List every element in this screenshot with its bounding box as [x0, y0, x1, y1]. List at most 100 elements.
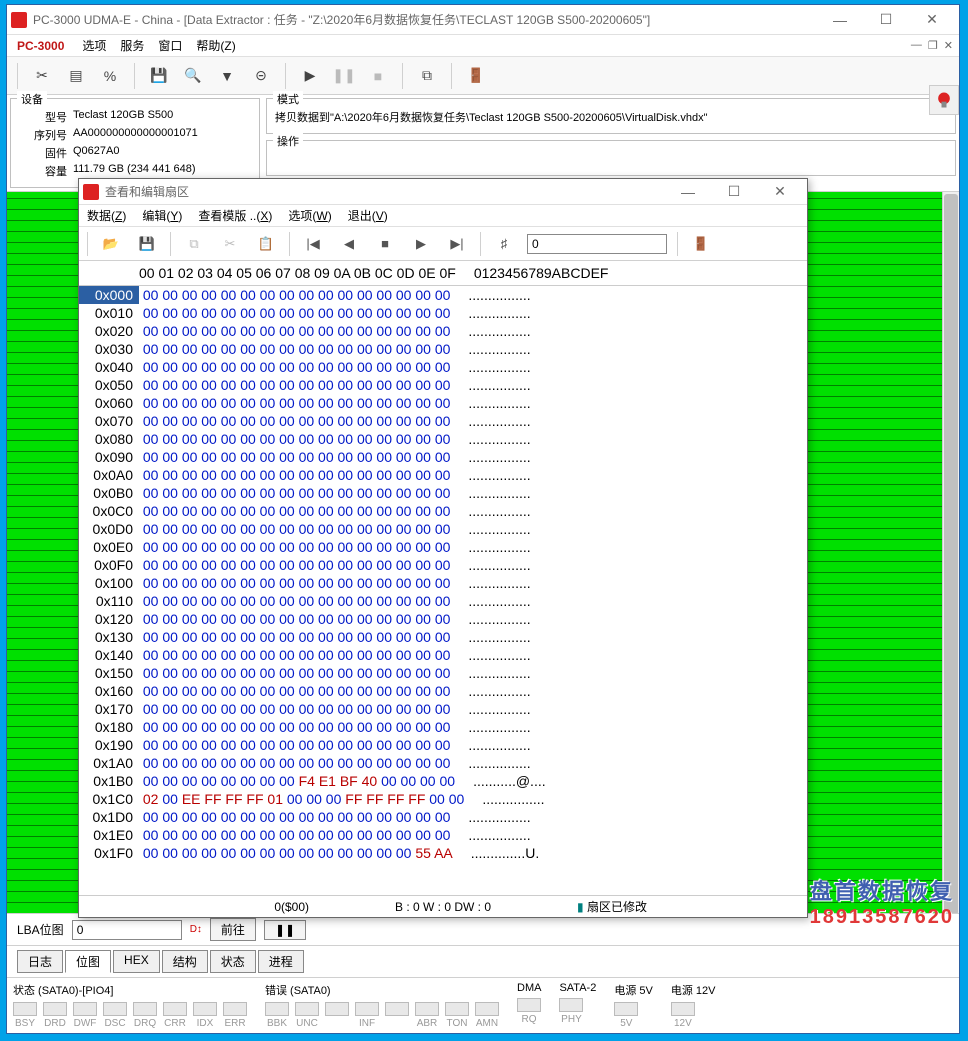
- stop-icon[interactable]: ■: [372, 231, 398, 257]
- copy-icon[interactable]: ⧉: [413, 62, 441, 90]
- hex-bytes[interactable]: 00 00 00 00 00 00 00 00 00 00 00 00 00 0…: [139, 610, 450, 628]
- hex-bytes[interactable]: 02 00 EE FF FF FF 01 00 00 00 FF FF FF F…: [139, 790, 464, 808]
- hex-row[interactable]: 0x1B0 00 00 00 00 00 00 00 00 F4 E1 BF 4…: [79, 772, 807, 790]
- hex-bytes[interactable]: 00 00 00 00 00 00 00 00 00 00 00 00 00 0…: [139, 538, 450, 556]
- mdi-minimize-button[interactable]: —: [911, 39, 922, 52]
- grid-icon[interactable]: ♯: [491, 231, 517, 257]
- hex-maximize-button[interactable]: ☐: [711, 178, 757, 206]
- hex-bytes[interactable]: 00 00 00 00 00 00 00 00 00 00 00 00 00 0…: [139, 286, 450, 304]
- minimize-button[interactable]: —: [817, 6, 863, 34]
- hex-ascii[interactable]: ................: [450, 538, 530, 556]
- hex-ascii[interactable]: ...........@....: [455, 772, 546, 790]
- hex-ascii[interactable]: ................: [450, 430, 530, 448]
- hex-bytes[interactable]: 00 00 00 00 00 00 00 00 00 00 00 00 00 0…: [139, 664, 450, 682]
- hex-ascii[interactable]: ................: [450, 646, 530, 664]
- hex-ascii[interactable]: ................: [450, 412, 530, 430]
- hex-ascii[interactable]: ................: [450, 610, 530, 628]
- hex-bytes[interactable]: 00 00 00 00 00 00 00 00 00 00 00 00 00 0…: [139, 682, 450, 700]
- hex-row[interactable]: 0x040 00 00 00 00 00 00 00 00 00 00 00 0…: [79, 358, 807, 376]
- menu-service[interactable]: 服务: [120, 37, 144, 54]
- hex-bytes[interactable]: 00 00 00 00 00 00 00 00 F4 E1 BF 40 00 0…: [139, 772, 455, 790]
- hex-row[interactable]: 0x160 00 00 00 00 00 00 00 00 00 00 00 0…: [79, 682, 807, 700]
- filter-icon[interactable]: ▼: [213, 62, 241, 90]
- hex-bytes[interactable]: 00 00 00 00 00 00 00 00 00 00 00 00 00 0…: [139, 484, 450, 502]
- hex-bytes[interactable]: 00 00 00 00 00 00 00 00 00 00 00 00 00 0…: [139, 718, 450, 736]
- hex-bytes[interactable]: 00 00 00 00 00 00 00 00 00 00 00 00 00 0…: [139, 808, 450, 826]
- lba-input[interactable]: [72, 920, 182, 940]
- hex-bytes[interactable]: 00 00 00 00 00 00 00 00 00 00 00 00 00 0…: [139, 754, 450, 772]
- hex-ascii[interactable]: ................: [450, 574, 530, 592]
- hex-ascii[interactable]: ................: [450, 628, 530, 646]
- hex-bytes[interactable]: 00 00 00 00 00 00 00 00 00 00 00 00 00 0…: [139, 340, 450, 358]
- hex-row[interactable]: 0x120 00 00 00 00 00 00 00 00 00 00 00 0…: [79, 610, 807, 628]
- hex-bytes[interactable]: 00 00 00 00 00 00 00 00 00 00 00 00 00 0…: [139, 844, 453, 862]
- copy-icon[interactable]: ⧉: [181, 231, 207, 257]
- stop-button[interactable]: ■: [364, 62, 392, 90]
- hex-row[interactable]: 0x010 00 00 00 00 00 00 00 00 00 00 00 0…: [79, 304, 807, 322]
- hex-bytes[interactable]: 00 00 00 00 00 00 00 00 00 00 00 00 00 0…: [139, 466, 450, 484]
- hex-row[interactable]: 0x170 00 00 00 00 00 00 00 00 00 00 00 0…: [79, 700, 807, 718]
- hex-row[interactable]: 0x060 00 00 00 00 00 00 00 00 00 00 00 0…: [79, 394, 807, 412]
- hex-ascii[interactable]: ................: [450, 394, 530, 412]
- hex-row[interactable]: 0x0A0 00 00 00 00 00 00 00 00 00 00 00 0…: [79, 466, 807, 484]
- hex-bytes[interactable]: 00 00 00 00 00 00 00 00 00 00 00 00 00 0…: [139, 628, 450, 646]
- hex-row[interactable]: 0x140 00 00 00 00 00 00 00 00 00 00 00 0…: [79, 646, 807, 664]
- hex-row[interactable]: 0x110 00 00 00 00 00 00 00 00 00 00 00 0…: [79, 592, 807, 610]
- hex-ascii[interactable]: ................: [450, 520, 530, 538]
- goto-input[interactable]: [527, 234, 667, 254]
- map-scrollbar[interactable]: [942, 192, 959, 913]
- hex-row[interactable]: 0x1D0 00 00 00 00 00 00 00 00 00 00 00 0…: [79, 808, 807, 826]
- cut-icon[interactable]: ✂: [217, 231, 243, 257]
- hex-ascii[interactable]: ................: [450, 502, 530, 520]
- hex-bytes[interactable]: 00 00 00 00 00 00 00 00 00 00 00 00 00 0…: [139, 430, 450, 448]
- hex-bytes[interactable]: 00 00 00 00 00 00 00 00 00 00 00 00 00 0…: [139, 700, 450, 718]
- hex-bytes[interactable]: 00 00 00 00 00 00 00 00 00 00 00 00 00 0…: [139, 322, 450, 340]
- hex-bytes[interactable]: 00 00 00 00 00 00 00 00 00 00 00 00 00 0…: [139, 556, 450, 574]
- hex-ascii[interactable]: ................: [450, 682, 530, 700]
- hex-row[interactable]: 0x130 00 00 00 00 00 00 00 00 00 00 00 0…: [79, 628, 807, 646]
- hex-menu-exit[interactable]: 退出(V): [348, 207, 388, 224]
- hex-ascii[interactable]: ................: [450, 304, 530, 322]
- hex-bytes[interactable]: 00 00 00 00 00 00 00 00 00 00 00 00 00 0…: [139, 520, 450, 538]
- hex-row[interactable]: 0x030 00 00 00 00 00 00 00 00 00 00 00 0…: [79, 340, 807, 358]
- hex-row[interactable]: 0x1F0 00 00 00 00 00 00 00 00 00 00 00 0…: [79, 844, 807, 862]
- hex-bytes[interactable]: 00 00 00 00 00 00 00 00 00 00 00 00 00 0…: [139, 448, 450, 466]
- mdi-close-button[interactable]: ✕: [944, 39, 953, 52]
- tab-state[interactable]: 状态: [210, 950, 256, 973]
- percent-icon[interactable]: %: [96, 62, 124, 90]
- mdi-restore-button[interactable]: ❐: [928, 39, 938, 52]
- hex-bytes[interactable]: 00 00 00 00 00 00 00 00 00 00 00 00 00 0…: [139, 412, 450, 430]
- hex-row[interactable]: 0x150 00 00 00 00 00 00 00 00 00 00 00 0…: [79, 664, 807, 682]
- paste-icon[interactable]: 📋: [253, 231, 279, 257]
- hex-bytes[interactable]: 00 00 00 00 00 00 00 00 00 00 00 00 00 0…: [139, 646, 450, 664]
- find-icon[interactable]: 🔍: [179, 62, 207, 90]
- hex-ascii[interactable]: ................: [450, 754, 530, 772]
- next-icon[interactable]: ▶: [408, 231, 434, 257]
- lba-pause-button[interactable]: ❚❚: [264, 920, 306, 940]
- hex-bytes[interactable]: 00 00 00 00 00 00 00 00 00 00 00 00 00 0…: [139, 736, 450, 754]
- menu-options[interactable]: 选项: [82, 37, 106, 54]
- hex-row[interactable]: 0x0D0 00 00 00 00 00 00 00 00 00 00 00 0…: [79, 520, 807, 538]
- hex-ascii[interactable]: ................: [450, 340, 530, 358]
- hex-row[interactable]: 0x020 00 00 00 00 00 00 00 00 00 00 00 0…: [79, 322, 807, 340]
- exit-icon[interactable]: 🚪: [688, 231, 714, 257]
- hex-menu-data[interactable]: 数据(Z): [87, 207, 126, 224]
- hex-ascii[interactable]: ................: [450, 466, 530, 484]
- tab-struct[interactable]: 结构: [162, 950, 208, 973]
- sheet-icon[interactable]: ▤: [62, 62, 90, 90]
- hex-row[interactable]: 0x190 00 00 00 00 00 00 00 00 00 00 00 0…: [79, 736, 807, 754]
- hex-bytes[interactable]: 00 00 00 00 00 00 00 00 00 00 00 00 00 0…: [139, 592, 450, 610]
- tab-hex[interactable]: HEX: [113, 950, 160, 973]
- tab-process[interactable]: 进程: [258, 950, 304, 973]
- hex-ascii[interactable]: ................: [450, 286, 530, 304]
- first-icon[interactable]: |◀: [300, 231, 326, 257]
- tab-map[interactable]: 位图: [65, 950, 111, 973]
- hex-ascii[interactable]: ................: [450, 358, 530, 376]
- last-icon[interactable]: ▶|: [444, 231, 470, 257]
- hex-ascii[interactable]: ................: [450, 826, 530, 844]
- hex-bytes[interactable]: 00 00 00 00 00 00 00 00 00 00 00 00 00 0…: [139, 574, 450, 592]
- hex-row[interactable]: 0x090 00 00 00 00 00 00 00 00 00 00 00 0…: [79, 448, 807, 466]
- hex-close-button[interactable]: ✕: [757, 178, 803, 206]
- hex-row[interactable]: 0x0F0 00 00 00 00 00 00 00 00 00 00 00 0…: [79, 556, 807, 574]
- menu-help[interactable]: 帮助(Z): [196, 37, 235, 54]
